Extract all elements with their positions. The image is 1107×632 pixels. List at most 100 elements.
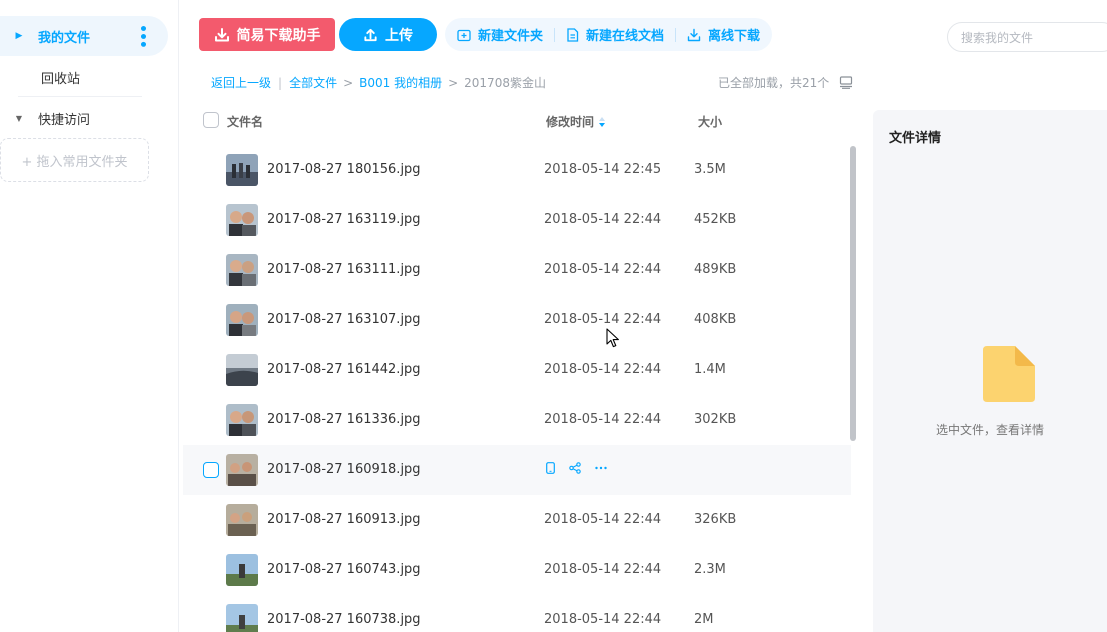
file-name[interactable]: 2017-08-27 160913.jpg: [267, 512, 421, 527]
table-row[interactable]: 2017-08-27 161336.jpg 2018-05-14 22:44 3…: [183, 395, 851, 445]
breadcrumb-arrow: >: [448, 75, 459, 90]
table-row[interactable]: 2017-08-27 163119.jpg 2018-05-14 22:44 4…: [183, 195, 851, 245]
file-time: 2018-05-14 22:44: [544, 562, 662, 577]
file-size: 452KB: [694, 212, 737, 227]
file-size: 408KB: [694, 312, 737, 327]
breadcrumb-album-link[interactable]: B001 我的相册: [359, 74, 442, 91]
drop-folder-zone[interactable]: + 拖入常用文件夹: [0, 138, 149, 182]
mouse-cursor-icon: [606, 328, 619, 348]
table-row[interactable]: 2017-08-27 180156.jpg 2018-05-14 22:45 3…: [183, 145, 851, 195]
new-folder-label: 新建文件夹: [478, 29, 544, 44]
column-header-size[interactable]: 大小: [698, 113, 722, 130]
file-name[interactable]: 2017-08-27 163119.jpg: [267, 212, 421, 227]
breadcrumb: 返回上一级 | 全部文件 > B001 我的相册 > 201708紫金山: [211, 74, 546, 91]
image-thumbnail: [226, 604, 258, 632]
sidebar-divider: [18, 96, 142, 97]
breadcrumb-current: 201708紫金山: [464, 76, 546, 90]
document-icon: [567, 27, 579, 42]
detail-panel: 文件详情 选中文件，查看详情: [873, 110, 1107, 632]
file-time: 2018-05-14 22:44: [544, 412, 662, 427]
more-options-icon[interactable]: •••: [134, 24, 150, 48]
file-name[interactable]: 2017-08-27 160743.jpg: [267, 562, 421, 577]
file-name[interactable]: 2017-08-27 160918.jpg: [267, 462, 421, 477]
upload-button[interactable]: 上传: [339, 18, 437, 51]
sort-icon[interactable]: [598, 116, 606, 128]
file-time: 2018-05-14 22:44: [544, 262, 662, 277]
file-time: 2018-05-14 22:44: [544, 212, 662, 227]
download-helper-label: 简易下载助手: [236, 27, 321, 44]
file-name[interactable]: 2017-08-27 163111.jpg: [267, 262, 421, 277]
file-name[interactable]: 2017-08-27 160738.jpg: [267, 612, 421, 627]
table-row[interactable]: 2017-08-27 161442.jpg 2018-05-14 22:44 1…: [183, 345, 851, 395]
more-icon[interactable]: [595, 466, 607, 470]
divider: [675, 27, 677, 42]
file-name[interactable]: 2017-08-27 161336.jpg: [267, 412, 421, 427]
load-status-text: 已全部加载，共21个: [718, 76, 830, 90]
upload-icon: [364, 28, 377, 42]
file-name[interactable]: 2017-08-27 163107.jpg: [267, 312, 421, 327]
column-header-time[interactable]: 修改时间: [546, 113, 606, 130]
new-folder-icon: [457, 29, 471, 41]
view-mode-icon[interactable]: [839, 76, 853, 89]
new-online-doc-button[interactable]: 新建在线文档: [566, 25, 664, 44]
table-row[interactable]: 2017-08-27 160743.jpg 2018-05-14 22:44 2…: [183, 545, 851, 595]
scrollbar-thumb[interactable]: [850, 146, 856, 441]
file-time: 2018-05-14 22:44: [544, 362, 662, 377]
sidebar-item-recycle[interactable]: 回收站: [0, 57, 168, 97]
sidebar-item-quick-access[interactable]: ▼ 快捷访问: [0, 98, 168, 138]
divider: [554, 27, 556, 42]
breadcrumb-arrow: >: [343, 75, 354, 90]
empty-file-icon: [983, 346, 1035, 402]
image-thumbnail: [226, 254, 258, 286]
select-all-checkbox[interactable]: [203, 112, 219, 128]
table-row[interactable]: 2017-08-27 160738.jpg 2018-05-14 22:44 2…: [183, 595, 851, 632]
file-name[interactable]: 2017-08-27 161442.jpg: [267, 362, 421, 377]
table-row[interactable]: 2017-08-27 160913.jpg 2018-05-14 22:44 3…: [183, 495, 851, 545]
file-size: 302KB: [694, 412, 737, 427]
download-icon: [214, 27, 229, 41]
image-thumbnail: [226, 204, 258, 236]
load-status: 已全部加载，共21个: [718, 74, 853, 91]
search-input[interactable]: 搜索我的文件: [947, 22, 1107, 52]
expand-arrow-icon[interactable]: ▶: [0, 31, 38, 41]
share-icon[interactable]: [569, 462, 581, 474]
new-online-doc-label: 新建在线文档: [586, 29, 665, 44]
detail-title: 文件详情: [889, 131, 942, 146]
new-folder-button[interactable]: 新建文件夹: [457, 25, 543, 44]
table-header: 文件名 修改时间 大小: [183, 108, 851, 134]
file-list: 2017-08-27 180156.jpg 2018-05-14 22:45 3…: [183, 145, 851, 632]
sidebar-item-label: 回收站: [41, 71, 81, 87]
image-thumbnail: [226, 304, 258, 336]
table-row[interactable]: 2017-08-27 163111.jpg 2018-05-14 22:44 4…: [183, 245, 851, 295]
collapse-arrow-icon[interactable]: ▼: [0, 114, 38, 123]
file-time: 2018-05-14 22:45: [544, 162, 662, 177]
download-helper-button[interactable]: 简易下载助手: [199, 18, 335, 51]
file-time: 2018-05-14 22:44: [544, 312, 662, 327]
sidebar-item-my-files[interactable]: ▶ 我的文件 •••: [0, 16, 168, 56]
offline-download-icon: [687, 28, 701, 41]
file-size: 3.5M: [694, 162, 726, 177]
breadcrumb-all-files-link[interactable]: 全部文件: [289, 74, 337, 91]
image-thumbnail: [226, 354, 258, 386]
row-checkbox[interactable]: [203, 462, 219, 478]
image-thumbnail: [226, 554, 258, 586]
breadcrumb-back-link[interactable]: 返回上一级: [211, 74, 271, 91]
image-thumbnail: [226, 404, 258, 436]
offline-download-label: 离线下载: [708, 29, 761, 44]
table-row[interactable]: 2017-08-27 163107.jpg 2018-05-14 22:44 4…: [183, 295, 851, 345]
action-button-group: 新建文件夹 新建在线文档 离线下载: [445, 18, 773, 51]
offline-download-button[interactable]: 离线下载: [687, 25, 760, 44]
column-header-name[interactable]: 文件名: [227, 113, 263, 130]
table-row[interactable]: 2017-08-27 160918.jpg: [183, 445, 851, 495]
file-name[interactable]: 2017-08-27 180156.jpg: [267, 162, 421, 177]
detail-hint: 选中文件，查看详情: [935, 423, 1044, 437]
row-actions: [546, 462, 621, 474]
file-size: 2M: [694, 612, 714, 627]
phone-icon[interactable]: [546, 462, 555, 474]
column-header-time-label: 修改时间: [546, 115, 595, 129]
upload-label: 上传: [385, 27, 413, 44]
toolbar: 简易下载助手 上传 新建文件夹 新建在线文档 离线下载: [199, 18, 773, 51]
file-size: 2.3M: [694, 562, 726, 577]
image-thumbnail: [226, 454, 258, 486]
file-size: 326KB: [694, 512, 737, 527]
